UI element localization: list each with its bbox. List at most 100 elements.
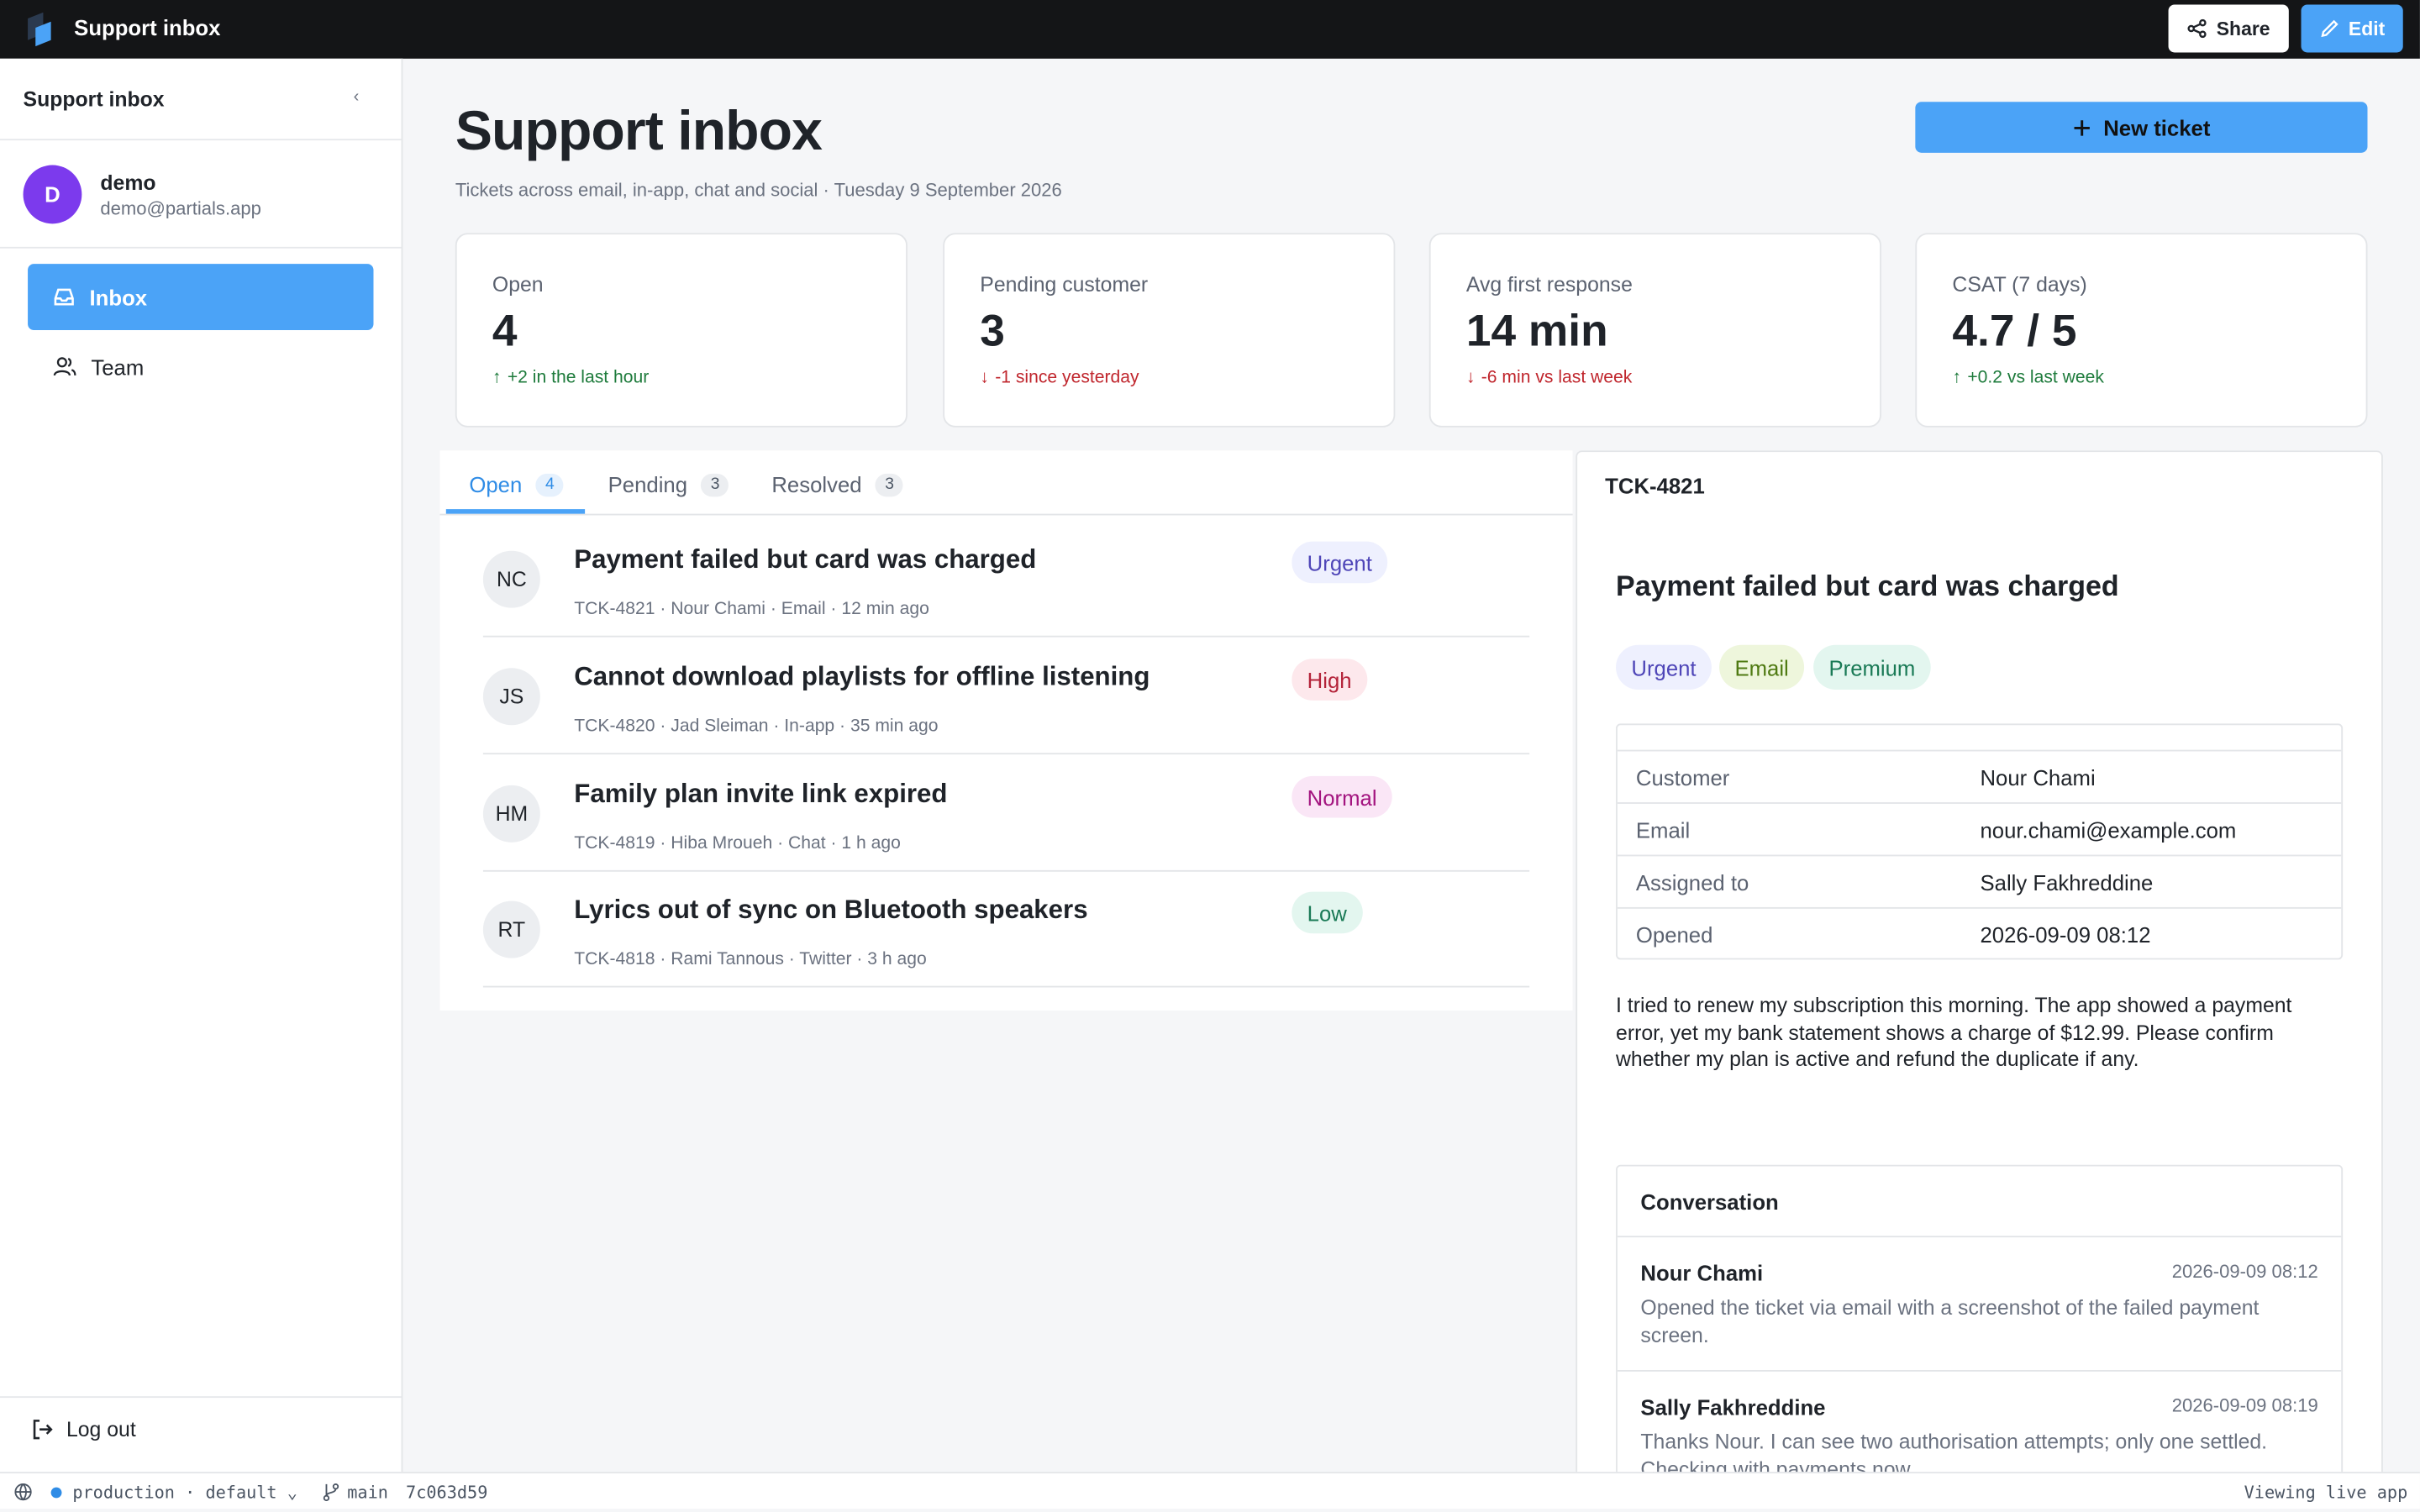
ticket-detail-panel: TCK-4821 Payment failed but card was cha… [1576,450,2383,1484]
field-value: Sally Fakhreddine [1980,869,2154,895]
app-logo-icon [28,12,51,47]
branch-name: main [347,1483,388,1503]
user-name: demo [100,171,156,195]
ticket-detail-title: Payment failed but card was charged [1616,569,2119,602]
globe-icon [14,1483,32,1501]
tag-chip: Premium [1813,644,1931,690]
edit-label: Edit [2348,18,2386,39]
table-row: Customer Nour Chami [1617,751,2342,804]
stat-value: 14 min [1465,307,1608,357]
tag-chip: Urgent [1616,644,1712,690]
arrow-down-icon: ↓ [980,368,989,388]
message-author: Nour Chami [1640,1260,1764,1285]
git-branch-icon [323,1483,339,1502]
new-ticket-button[interactable]: New ticket [1915,102,2368,153]
sidebar-item-label: Inbox [89,284,148,310]
ticket-title: Cannot download playlists for offline li… [574,661,1150,691]
field-key: Email [1635,817,1691,843]
tag-chip: Email [1719,644,1805,690]
live-mode-label: Viewing live app [2244,1483,2408,1503]
sidebar-item-inbox[interactable]: Inbox [28,264,374,331]
stat-value: 4 [492,307,518,357]
page-title: Support inbox [455,98,823,162]
customer-avatar: JS [482,668,540,726]
table-row: Assigned to Sally Fakhreddine [1617,856,2342,909]
stat-value: 3 [980,307,1005,357]
customer-avatar: RT [482,900,540,958]
stat-card-open: Open 4 ↑ +2 in the last hour [455,233,908,428]
ticket-title: Payment failed but card was charged [574,544,1037,575]
share-icon [2187,18,2207,39]
sidebar-item-label: Team [91,354,145,379]
ticket-row[interactable]: RT Lyrics out of sync on Bluetooth speak… [482,870,1530,988]
sidebar-title: Support inbox [23,87,165,112]
stat-card-pending: Pending customer 3 ↓ -1 since yesterday [943,233,1396,428]
priority-badge: Normal [1292,775,1392,818]
ticket-list-panel: Open 4 Pending 3 Resolved 3 NC Payment f… [439,450,1573,1011]
team-icon [53,357,76,376]
sidebar-item-team[interactable]: Team [28,333,373,400]
ticket-row[interactable]: NC Payment failed but card was charged T… [482,520,1530,638]
message-time: 2026-09-09 08:12 [2171,1260,2318,1283]
conversation-header: Conversation [1617,1167,2342,1238]
pencil-icon [2320,19,2338,38]
ticket-id: TCK-4821 [1605,473,1705,499]
stat-delta: ↓ -1 since yesterday [980,369,1139,387]
logout-icon [33,1420,53,1440]
tab-resolved[interactable]: Resolved 3 [771,472,904,496]
divider [0,139,402,141]
logout-button[interactable]: Log out [31,1418,136,1441]
table-row: Email nour.chami@example.com [1617,804,2342,857]
field-value: nour.chami@example.com [1980,817,2237,843]
conversation-panel: Conversation Nour Chami 2026-09-09 08:12… [1616,1164,2344,1483]
message: Nour Chami 2026-09-09 08:12 Opened the t… [1617,1237,2342,1372]
message-time: 2026-09-09 08:19 [2171,1394,2318,1417]
ticket-title: Family plan invite link expired [574,779,948,809]
tab-label: Pending [608,472,688,497]
customer-avatar: HM [482,785,540,843]
share-button[interactable]: Share [2168,4,2289,53]
message-text: Opened the ticket via email with a scree… [1640,1295,2260,1347]
table-header [1617,725,2342,752]
ticket-meta: TCK-4818 · Rami Tannous · Twitter · 3 h … [574,950,927,969]
stat-delta: ↓ -6 min vs last week [1466,369,1633,387]
field-key: Customer [1635,765,1730,790]
stat-delta: ↑ +0.2 vs last week [1952,369,2104,387]
priority-badge: High [1292,659,1367,701]
share-label: Share [2216,18,2270,39]
stat-delta: ↑ +2 in the last hour [492,369,649,387]
collapse-sidebar-icon[interactable]: ‹ [354,88,360,107]
stat-card-response: Avg first response 14 min ↓ -6 min vs la… [1428,233,1881,428]
environment-selector[interactable]: production · default ⌄ [72,1483,297,1503]
new-ticket-label: New ticket [2103,114,2211,140]
environment-label: production · default [72,1483,277,1503]
commit-hash: 7c063d59 [406,1483,488,1503]
priority-badge: Low [1292,891,1363,934]
ticket-meta: TCK-4821 · Nour Chami · Email · 12 min a… [574,600,929,619]
stat-delta-text: -1 since yesterday [995,368,1139,388]
ticket-meta: TCK-4820 · Jad Sleiman · In-app · 35 min… [574,717,939,737]
arrow-up-icon: ↑ [492,368,502,388]
tab-count: 3 [701,472,729,496]
stat-delta-text: +0.2 vs last week [1967,368,2104,388]
conversation-title: Conversation [1640,1189,1779,1215]
app-title: Support inbox [74,15,221,40]
arrow-up-icon: ↑ [1952,368,1961,388]
ticket-row[interactable]: JS Cannot download playlists for offline… [482,638,1530,755]
divider [0,1396,402,1399]
table-row: Opened 2026-09-09 08:12 [1618,909,2341,961]
tab-count: 3 [876,472,904,496]
stat-label: Avg first response [1465,273,1633,297]
ticket-fields-table: Customer Nour Chami Email nour.chami@exa… [1616,723,2344,961]
ticket-title: Lyrics out of sync on Bluetooth speakers [574,895,1088,925]
field-key: Assigned to [1635,869,1749,895]
tab-pending[interactable]: Pending 3 [608,472,729,496]
sidebar: Support inbox ‹ D demo demo@partials.app… [0,58,403,1473]
tab-open[interactable]: Open 4 [469,472,564,496]
ticket-tabs: Open 4 Pending 3 Resolved 3 [439,450,1573,516]
edit-button[interactable]: Edit [2301,4,2403,53]
page-subtitle: Tickets across email, in-app, chat and s… [455,179,1062,201]
ticket-row[interactable]: HM Family plan invite link expired TCK-4… [482,754,1530,872]
environment-status-dot [50,1487,62,1499]
priority-badge: Urgent [1292,541,1388,584]
